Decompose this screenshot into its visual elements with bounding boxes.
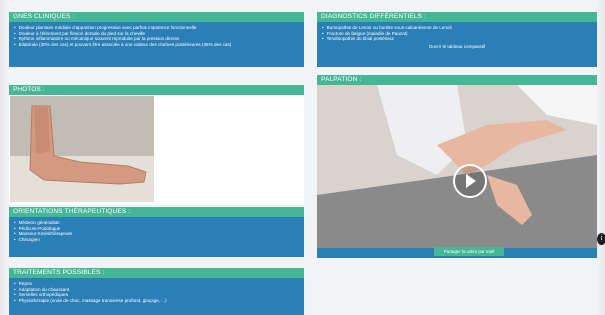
palpation-video[interactable] [317,85,597,248]
list-item: Chirurgien [14,237,299,243]
video-frame [317,85,597,248]
diagnostics-list: Bursopathie de Lenoir ou bursite sous-ca… [322,25,592,42]
palpation-panel: PALPATION : Partager la vidéo par mail [317,75,597,258]
signes-cliniques-title: GNES CLINIQUES : [9,12,304,22]
photos-panel: PHOTOS : [9,85,304,205]
left-edge-shadow [0,0,8,315]
share-video-button[interactable]: Partager la vidéo par mail [434,247,504,256]
list-item: Tendinopathie du tibial postérieur [322,36,592,42]
info-icon[interactable]: i [597,233,605,245]
diagnostics-title: DIAGNOSTICS DIFFÉRENTIELS : [317,12,597,22]
orientations-panel: ORIENTATIONS THÉRAPEUTIQUES : Médecin gé… [9,207,304,257]
list-item: Bilatérale (30% des cas) et pouvant être… [14,42,299,48]
open-comparison-table-link[interactable]: Ouvrir le tableau comparatif [322,44,592,50]
traitements-title: TRAITEMENTS POSSIBLES : [9,268,304,278]
page: GNES CLINIQUES : Douleur plantaire média… [0,0,605,315]
photos-title: PHOTOS : [9,85,304,95]
foot-photo[interactable] [10,96,154,202]
signes-cliniques-list: Douleur plantaire médiale d'apparition p… [14,25,299,47]
diagnostics-panel: DIAGNOSTICS DIFFÉRENTIELS : Bursopathie … [317,12,597,67]
orientations-list: Médecin généraliste Pédicure-Podologue M… [14,220,299,242]
signes-cliniques-panel: GNES CLINIQUES : Douleur plantaire média… [9,12,304,67]
orientations-title: ORIENTATIONS THÉRAPEUTIQUES : [9,207,304,217]
palpation-title: PALPATION : [317,75,597,85]
traitements-list: Repos Adaptation du chaussant Semelles o… [14,281,299,303]
foot-image [10,96,154,202]
traitements-panel: TRAITEMENTS POSSIBLES : Repos Adaptation… [9,268,304,315]
play-icon[interactable] [453,164,487,198]
right-edge-shadow [597,0,605,315]
list-item: Physiothérapie (onde de choc, massage tr… [14,298,299,304]
